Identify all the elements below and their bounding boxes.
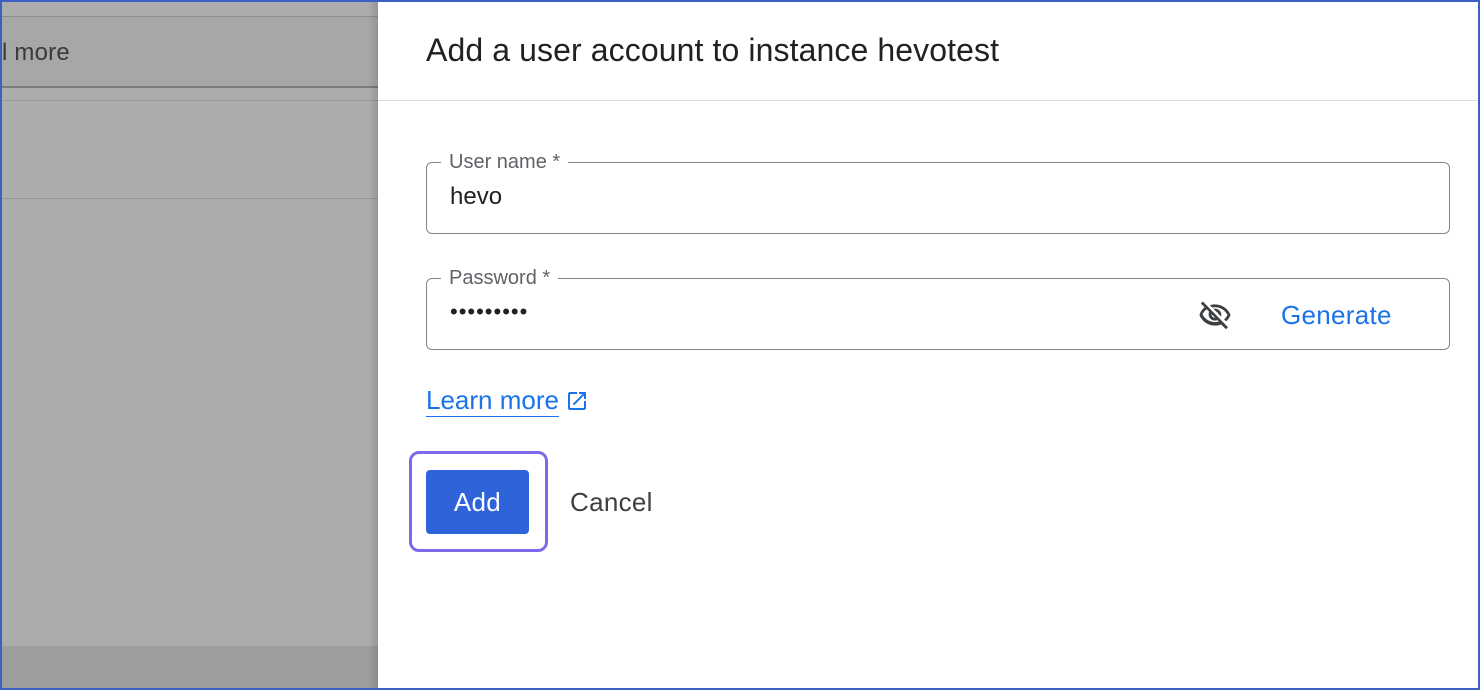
add-user-panel: Add a user account to instance hevotest …: [378, 2, 1478, 688]
username-label: User name *: [441, 150, 569, 174]
background-footer: [2, 646, 378, 688]
visibility-off-icon[interactable]: [1197, 297, 1233, 333]
username-input[interactable]: [450, 183, 1150, 211]
background-divider: [2, 198, 378, 199]
background-tab-strip: l more: [2, 16, 378, 88]
panel-title: Add a user account to instance hevotest: [426, 32, 1000, 68]
password-input[interactable]: •••••••••: [450, 299, 528, 325]
background-tab-text: l more: [2, 39, 70, 66]
password-field[interactable]: Password * ••••••••• Generate: [426, 266, 1450, 350]
generate-password-button[interactable]: Generate: [1273, 295, 1400, 335]
learn-more-link[interactable]: Learn more: [426, 384, 589, 417]
cancel-button[interactable]: Cancel: [558, 470, 665, 534]
password-label: Password *: [441, 266, 559, 290]
learn-more-label: Learn more: [426, 385, 559, 417]
background-divider: [2, 100, 378, 101]
panel-shadow: [368, 2, 378, 688]
open-in-new-icon: [565, 389, 589, 413]
panel-header: Add a user account to instance hevotest: [378, 2, 1478, 101]
window-frame: l more Add a user account to instance he…: [0, 0, 1480, 690]
add-button[interactable]: Add: [426, 470, 529, 534]
username-field[interactable]: User name *: [426, 150, 1450, 234]
page-backdrop[interactable]: l more: [2, 2, 378, 688]
